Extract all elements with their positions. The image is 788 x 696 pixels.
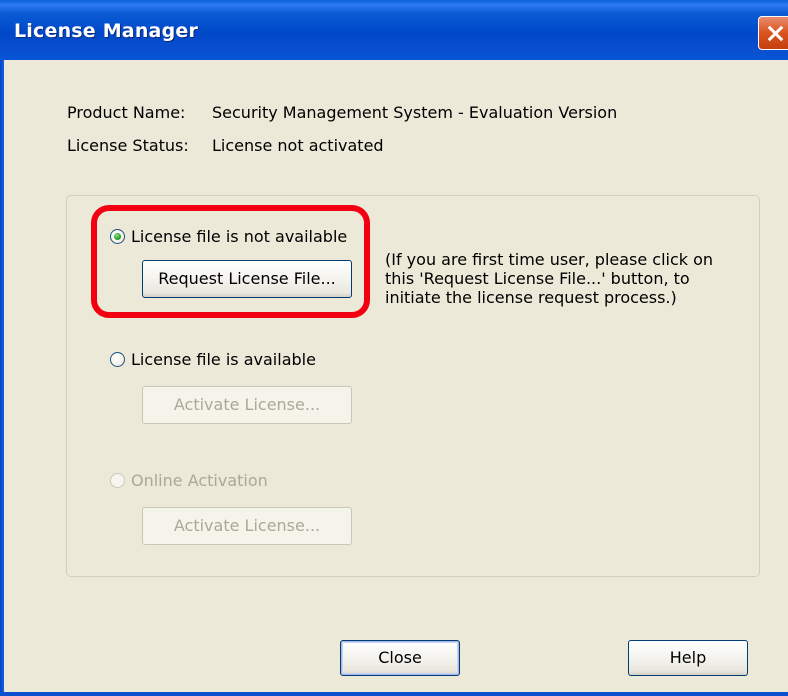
activate-license-button-2: Activate License... bbox=[142, 507, 352, 545]
close-button-label: Close bbox=[378, 648, 422, 667]
request-license-file-button-label: Request License File... bbox=[158, 269, 336, 288]
window-frame-left bbox=[0, 60, 4, 696]
request-license-file-button[interactable]: Request License File... bbox=[142, 260, 352, 298]
radio-license-not-available[interactable] bbox=[110, 229, 125, 244]
close-button[interactable]: Close bbox=[340, 640, 460, 676]
activate-license-button-1-label: Activate License... bbox=[173, 395, 321, 414]
radio-label-license-available[interactable]: License file is available bbox=[131, 350, 316, 369]
window-frame-bottom bbox=[0, 692, 788, 696]
license-manager-window: License Manager Product Name: Security M… bbox=[0, 0, 788, 696]
radio-label-license-not-available[interactable]: License file is not available bbox=[131, 227, 347, 246]
activate-license-button-1: Activate License... bbox=[142, 386, 352, 424]
license-status-value: License not activated bbox=[212, 136, 384, 155]
radio-license-available[interactable] bbox=[110, 352, 125, 367]
window-title: License Manager bbox=[14, 20, 199, 42]
radio-label-online-activation: Online Activation bbox=[131, 471, 268, 490]
license-status-label: License Status: bbox=[67, 136, 189, 155]
radio-online-activation bbox=[110, 473, 125, 488]
product-name-value: Security Management System - Evaluation … bbox=[212, 103, 618, 122]
request-help-text: (If you are first time user, please clic… bbox=[385, 250, 714, 307]
title-bar[interactable]: License Manager bbox=[0, 0, 788, 60]
help-button[interactable]: Help bbox=[628, 640, 748, 676]
product-name-label: Product Name: bbox=[67, 103, 186, 122]
help-button-label: Help bbox=[669, 648, 707, 667]
close-x-icon[interactable] bbox=[758, 16, 788, 50]
activate-license-button-2-label: Activate License... bbox=[173, 516, 321, 535]
